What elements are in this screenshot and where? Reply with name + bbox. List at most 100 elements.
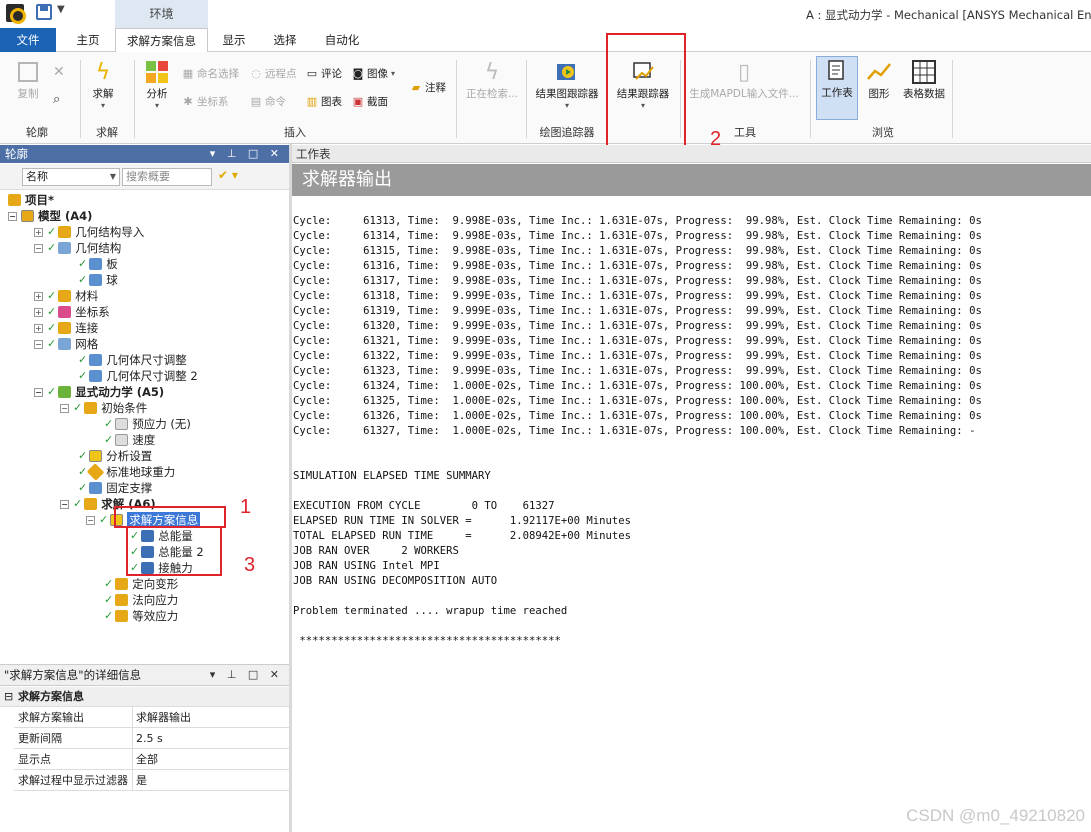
checking-icon: ϟ	[484, 59, 500, 85]
command-button[interactable]: ▤ 命令	[250, 94, 286, 109]
graph-button[interactable]: 图形	[862, 58, 896, 101]
tree-node-normal-stress[interactable]: ✓ 法向应力	[104, 592, 178, 608]
analysis-icon	[143, 58, 171, 86]
image-icon: ◙	[352, 66, 364, 80]
tree-node-body-sizing[interactable]: ✓ 几何体尺寸调整	[78, 352, 187, 368]
checking-button[interactable]: ϟ 正在检索...	[462, 58, 522, 101]
coordinate-system-icon: ✱	[183, 94, 193, 108]
annotation-box-solution-info	[114, 506, 226, 528]
tabular-data-label: 表格数据	[903, 88, 945, 100]
tree-node-mesh[interactable]: − ✓ 网格	[34, 336, 98, 352]
annotation-box-result-tracker	[606, 33, 686, 150]
search-icon[interactable]: ⌕	[53, 92, 60, 107]
worksheet-tab-header[interactable]: 工作表	[292, 145, 1091, 163]
save-icon[interactable]	[36, 4, 52, 20]
tree-node-equivalent-stress[interactable]: ✓ 等效应力	[104, 608, 178, 624]
section-button[interactable]: ▣ 截面	[352, 94, 388, 109]
tree-node-body-sizing-2[interactable]: ✓ 几何体尺寸调整 2	[78, 368, 198, 384]
search-options-icon[interactable]: ✔ ▾	[218, 168, 238, 182]
watermark: CSDN @m0_49210820	[906, 806, 1085, 825]
tree-node-velocity[interactable]: ✓ 速度	[104, 432, 155, 448]
app-gear-icon[interactable]	[6, 4, 26, 24]
output-line: Cycle: 61313, Time: 9.998E-03s, Time Inc…	[293, 215, 982, 227]
solution-icon	[84, 498, 98, 510]
ribbon: 复制 ✕ ⌕ 轮廓 ϟ 求解 ▾ 求解 分析 ▾ ▦ 命名选择 ✱ 坐标系 ◌ 远程点…	[0, 52, 1091, 144]
remote-point-button[interactable]: ◌ 远程点	[250, 66, 296, 81]
details-section-header[interactable]: ⊟ 求解方案信息	[0, 687, 289, 707]
named-selection-button[interactable]: ▦ 命名选择	[182, 66, 239, 81]
tree-node-geometry-import[interactable]: + ✓ 几何结构导入	[34, 224, 144, 240]
worksheet-button[interactable]: 工作表	[816, 56, 858, 120]
details-row[interactable]: 更新间隔 2.5 s	[14, 728, 289, 749]
comment-button[interactable]: ▭ 评论	[306, 66, 342, 81]
copy-button[interactable]: 复制	[10, 58, 46, 101]
mesh-icon	[58, 338, 72, 350]
initial-conditions-icon	[84, 402, 98, 414]
section-icon: ▣	[352, 94, 364, 108]
geometry-import-icon	[58, 226, 72, 238]
details-row[interactable]: 求解方案输出 求解器输出	[14, 707, 289, 728]
output-line: Cycle: 61321, Time: 9.999E-03s, Time Inc…	[293, 335, 982, 347]
tree-node-connections[interactable]: + ✓ 连接	[34, 320, 98, 336]
worksheet-title: 求解器输出	[292, 164, 1091, 196]
coordinate-system-button[interactable]: ✱ 坐标系	[182, 94, 228, 109]
output-line: Cycle: 61322, Time: 9.999E-03s, Time Inc…	[293, 350, 982, 362]
tabular-data-button[interactable]: 表格数据	[900, 58, 948, 101]
window-title: A : 显式动力学 - Mechanical [ANSYS Mechanical…	[806, 8, 1091, 22]
ribbon-separator	[80, 60, 81, 138]
annotation-box-trackers	[126, 526, 222, 576]
analysis-button[interactable]: 分析 ▾	[140, 58, 174, 110]
details-row[interactable]: 显示点 全部	[14, 749, 289, 770]
materials-icon	[58, 290, 72, 302]
name-filter-select[interactable]: 名称 ▼	[22, 168, 120, 186]
tab-display[interactable]: 显示	[212, 28, 256, 52]
outline-search-input[interactable]: 搜索概要	[122, 168, 212, 186]
tree-node-explicit-dynamics[interactable]: − ✓ 显式动力学 (A5)	[34, 384, 164, 400]
tree-node-prestress[interactable]: ✓ 预应力 (无)	[104, 416, 191, 432]
tree-node-materials[interactable]: + ✓ 材料	[34, 288, 98, 304]
tree-node-coordinate-systems[interactable]: + ✓ 坐标系	[34, 304, 110, 320]
annotation-button[interactable]: ▰ 注释	[410, 80, 446, 95]
tree-node-analysis-settings[interactable]: ✓ 分析设置	[78, 448, 152, 464]
details-row[interactable]: 求解过程中显示过滤器是	[14, 770, 289, 791]
outline-filter-bar: 名称 ▼ 搜索概要 ✔ ▾	[0, 164, 289, 190]
result-plot-tracker-button[interactable]: 结果图跟踪器 ▾	[532, 58, 602, 110]
fixed-support-icon	[89, 482, 103, 494]
panel-controls[interactable]: ▾ ⊥ □ ✕	[210, 145, 283, 163]
image-button[interactable]: ◙ 图像 ▾	[352, 66, 395, 81]
tree-node-ball[interactable]: ✓ 球	[78, 272, 118, 288]
tree-node-geometry[interactable]: − ✓ 几何结构	[34, 240, 121, 256]
chart-button[interactable]: ▥ 图表	[306, 94, 342, 109]
generate-mapdl-input-button[interactable]: ▯ 生成MAPDL输入文件...	[686, 58, 802, 101]
tab-automation[interactable]: 自动化	[316, 28, 368, 52]
tree-node-standard-gravity[interactable]: ✓ 标准地球重力	[78, 463, 175, 481]
tab-selection[interactable]: 选择	[262, 28, 308, 52]
output-line: EXECUTION FROM CYCLE 0 TO 61327	[293, 500, 555, 512]
tab-home[interactable]: 主页	[64, 28, 112, 52]
graph-label: 图形	[868, 88, 890, 100]
tree-node-model[interactable]: − 模型 (A4)	[8, 208, 92, 224]
tree-node-directional-deformation[interactable]: ✓ 定向变形	[104, 576, 178, 592]
quick-access-dropdown-icon[interactable]: ▼	[57, 4, 65, 15]
tree-node-initial-conditions[interactable]: − ✓ 初始条件	[60, 400, 147, 416]
group-outline-label: 轮廓	[26, 126, 48, 139]
output-line: Cycle: 61325, Time: 1.000E-02s, Time Inc…	[293, 395, 982, 407]
delete-icon[interactable]: ✕	[53, 64, 65, 80]
context-tab-environment[interactable]: 环境	[115, 0, 208, 28]
ribbon-separator	[526, 60, 527, 138]
tree-node-plate[interactable]: ✓ 板	[78, 256, 118, 272]
panel-controls[interactable]: ▾ ⊥ □ ✕	[210, 665, 283, 685]
tree-node-project[interactable]: 项目*	[8, 192, 54, 208]
result-plot-tracker-label: 结果图跟踪器	[535, 88, 599, 100]
geometry-icon	[58, 242, 72, 254]
tab-solution-information[interactable]: 求解方案信息	[115, 28, 208, 53]
result-plot-tracker-icon	[553, 58, 581, 86]
output-line: Cycle: 61320, Time: 9.999E-03s, Time Inc…	[293, 320, 982, 332]
ribbon-separator	[810, 60, 811, 138]
tab-file[interactable]: 文件	[0, 28, 56, 52]
worksheet-icon	[823, 57, 851, 85]
solve-button[interactable]: ϟ 求解 ▾	[88, 58, 118, 111]
output-line: SIMULATION ELAPSED TIME SUMMARY	[293, 470, 491, 482]
tree-node-fixed-support[interactable]: ✓ 固定支撑	[78, 480, 152, 496]
outline-title: 轮廓	[5, 147, 28, 161]
